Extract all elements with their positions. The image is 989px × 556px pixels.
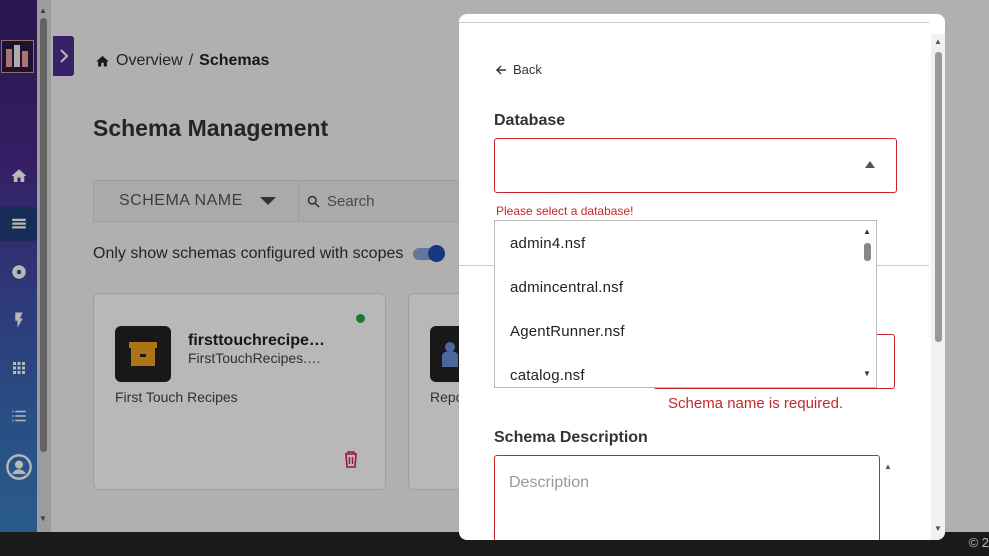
modal-scrollbar[interactable]: ▲ ▼ <box>931 34 945 540</box>
schema-description-input[interactable]: Description <box>494 455 880 540</box>
database-dropdown: admin4.nsf admincentral.nsf AgentRunner.… <box>494 220 877 388</box>
arrow-left-icon <box>496 65 506 74</box>
scroll-up-icon[interactable]: ▲ <box>884 462 892 471</box>
copyright: © 2 <box>968 535 989 550</box>
database-option[interactable]: catalog.nsf <box>510 367 585 384</box>
scroll-down-icon[interactable]: ▼ <box>863 369 871 378</box>
scroll-up-icon[interactable]: ▲ <box>863 227 871 236</box>
modal-top-divider <box>459 22 929 23</box>
scroll-down-icon[interactable]: ▼ <box>934 524 942 533</box>
database-label: Database <box>494 112 566 129</box>
scroll-up-icon[interactable]: ▲ <box>934 37 942 46</box>
database-option[interactable]: admincentral.nsf <box>510 279 623 296</box>
scroll-thumb[interactable] <box>864 243 871 261</box>
back-label: Back <box>513 62 542 77</box>
database-select[interactable] <box>494 138 897 193</box>
description-placeholder: Description <box>509 474 590 491</box>
database-error: Please select a database! <box>496 204 634 218</box>
schema-description-label: Schema Description <box>494 429 648 446</box>
database-option[interactable]: admin4.nsf <box>510 235 585 252</box>
caret-up-icon <box>865 161 875 168</box>
dropdown-scrollbar[interactable]: ▲ ▼ <box>859 221 876 387</box>
description-scrollbar[interactable]: ▲ <box>880 455 896 533</box>
database-option[interactable]: AgentRunner.nsf <box>510 323 625 340</box>
back-button[interactable]: Back <box>495 62 542 77</box>
scroll-thumb[interactable] <box>935 52 942 342</box>
schema-name-error: Schema name is required. <box>668 395 844 412</box>
add-schema-modal: ▲ ▼ Back Database Please select a databa… <box>459 14 945 540</box>
